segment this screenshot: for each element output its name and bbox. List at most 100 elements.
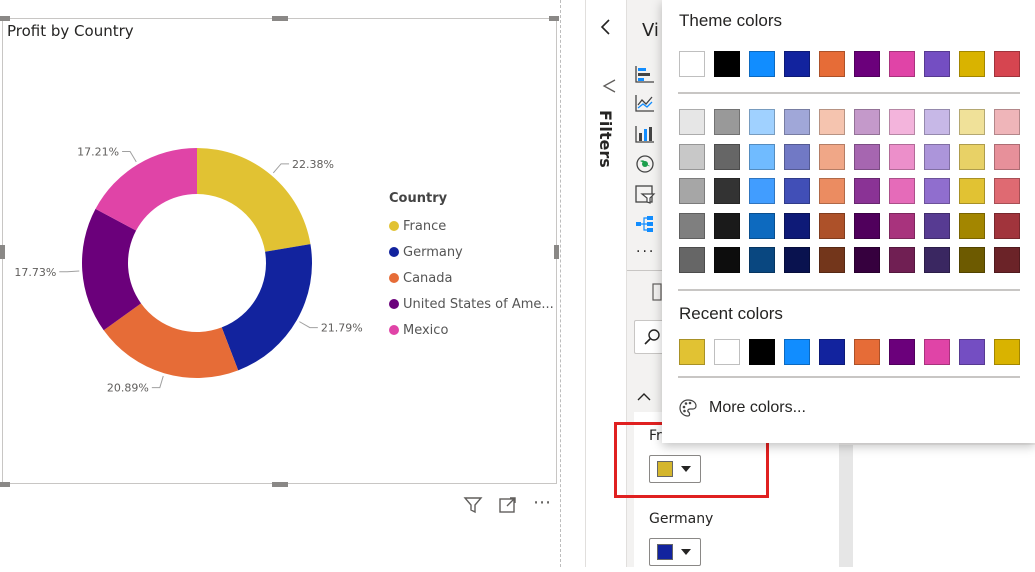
shade-color-swatch[interactable] bbox=[679, 109, 705, 135]
shade-color-swatch[interactable] bbox=[819, 247, 845, 273]
theme-color-swatch[interactable] bbox=[854, 51, 880, 77]
shade-color-swatch[interactable] bbox=[749, 143, 775, 170]
shade-color-swatch[interactable] bbox=[924, 247, 950, 273]
more-visuals-icon[interactable]: ... bbox=[636, 240, 655, 256]
shade-color-swatch[interactable] bbox=[994, 109, 1020, 135]
data-label-leader bbox=[122, 151, 137, 163]
shade-color-swatch[interactable] bbox=[784, 247, 810, 273]
theme-color-swatch[interactable] bbox=[959, 51, 985, 77]
shade-color-swatch[interactable] bbox=[784, 143, 810, 170]
theme-color-swatch[interactable] bbox=[819, 51, 845, 77]
shade-color-swatch[interactable] bbox=[994, 247, 1020, 273]
decomposition-tree-icon[interactable] bbox=[634, 214, 656, 238]
shade-color-swatch[interactable] bbox=[854, 143, 880, 170]
ribbon-chart-icon[interactable] bbox=[634, 124, 656, 148]
shade-color-swatch[interactable] bbox=[889, 109, 915, 135]
donut-slice[interactable] bbox=[221, 244, 312, 371]
shade-color-swatch[interactable] bbox=[749, 247, 775, 273]
legend-marker bbox=[389, 247, 399, 257]
legend-item[interactable]: Canada bbox=[389, 265, 554, 291]
germany-color-dropdown[interactable] bbox=[649, 538, 701, 566]
recent-color-swatch[interactable] bbox=[994, 339, 1020, 365]
shade-color-swatch[interactable] bbox=[749, 212, 775, 239]
collapse-chevron-icon[interactable] bbox=[599, 18, 613, 40]
theme-color-swatch[interactable] bbox=[994, 51, 1020, 77]
legend-label: France bbox=[403, 218, 447, 234]
theme-color-swatch[interactable] bbox=[924, 51, 950, 77]
shade-color-swatch[interactable] bbox=[714, 212, 740, 239]
legend-item[interactable]: Mexico bbox=[389, 317, 554, 343]
filter-icon[interactable] bbox=[463, 495, 483, 519]
recent-color-swatch[interactable] bbox=[749, 339, 775, 365]
shade-color-swatch[interactable] bbox=[959, 109, 985, 135]
shade-color-swatch[interactable] bbox=[854, 247, 880, 273]
shade-color-swatch[interactable] bbox=[749, 178, 775, 204]
shade-color-swatch[interactable] bbox=[924, 109, 950, 135]
shade-color-swatch[interactable] bbox=[819, 178, 845, 204]
shade-color-swatch[interactable] bbox=[784, 212, 810, 239]
shade-color-swatch[interactable] bbox=[819, 212, 845, 239]
shade-color-swatch[interactable] bbox=[889, 178, 915, 204]
recent-color-swatch[interactable] bbox=[889, 339, 915, 365]
shade-color-swatch[interactable] bbox=[679, 143, 705, 170]
shade-color-swatch[interactable] bbox=[959, 143, 985, 170]
legend-item[interactable]: Germany bbox=[389, 239, 554, 265]
shade-color-swatch[interactable] bbox=[959, 212, 985, 239]
shade-color-swatch[interactable] bbox=[959, 178, 985, 204]
shade-color-swatch[interactable] bbox=[994, 212, 1020, 239]
recent-color-swatch[interactable] bbox=[679, 339, 705, 365]
theme-color-swatch[interactable] bbox=[889, 51, 915, 77]
shade-color-swatch[interactable] bbox=[819, 109, 845, 135]
paint-roller-icon[interactable] bbox=[652, 282, 662, 306]
shade-color-swatch[interactable] bbox=[749, 109, 775, 135]
theme-color-swatch[interactable] bbox=[784, 51, 810, 77]
data-label: 17.73% bbox=[14, 266, 56, 279]
shade-color-swatch[interactable] bbox=[819, 143, 845, 170]
focus-mode-icon[interactable] bbox=[498, 495, 518, 519]
search-box[interactable] bbox=[634, 320, 662, 354]
shade-color-swatch[interactable] bbox=[854, 109, 880, 135]
line-chart-icon[interactable] bbox=[634, 93, 656, 117]
shade-color-swatch[interactable] bbox=[784, 178, 810, 204]
shade-color-swatch[interactable] bbox=[854, 212, 880, 239]
recent-color-swatch[interactable] bbox=[924, 339, 950, 365]
shade-color-swatch[interactable] bbox=[994, 143, 1020, 170]
legend-item[interactable]: France bbox=[389, 213, 554, 239]
shade-color-swatch[interactable] bbox=[714, 143, 740, 170]
recent-color-swatch[interactable] bbox=[819, 339, 845, 365]
filters-label[interactable]: Filters bbox=[596, 110, 615, 168]
shade-color-swatch[interactable] bbox=[924, 212, 950, 239]
data-label: 22.38% bbox=[292, 158, 334, 171]
shade-color-swatch[interactable] bbox=[994, 178, 1020, 204]
shade-color-swatch[interactable] bbox=[679, 212, 705, 239]
slicer-icon[interactable] bbox=[634, 184, 656, 208]
data-label-leader bbox=[151, 375, 164, 389]
recent-color-swatch[interactable] bbox=[784, 339, 810, 365]
data-label-leader bbox=[299, 321, 318, 329]
shade-color-swatch[interactable] bbox=[889, 212, 915, 239]
shade-color-swatch[interactable] bbox=[889, 143, 915, 170]
shade-color-swatch[interactable] bbox=[924, 178, 950, 204]
shade-color-swatch[interactable] bbox=[714, 178, 740, 204]
shade-color-swatch[interactable] bbox=[924, 143, 950, 170]
more-options-icon[interactable]: ⋯ bbox=[533, 494, 551, 512]
shade-color-swatch[interactable] bbox=[714, 247, 740, 273]
theme-color-swatch[interactable] bbox=[679, 51, 705, 77]
recent-color-swatch[interactable] bbox=[714, 339, 740, 365]
shade-color-swatch[interactable] bbox=[679, 178, 705, 204]
recent-color-swatch[interactable] bbox=[959, 339, 985, 365]
stacked-bar-chart-icon[interactable] bbox=[634, 64, 656, 88]
expand-chevron-up-icon[interactable] bbox=[636, 388, 652, 407]
shade-color-swatch[interactable] bbox=[959, 247, 985, 273]
shade-color-swatch[interactable] bbox=[714, 109, 740, 135]
shade-color-swatch[interactable] bbox=[679, 247, 705, 273]
recent-color-swatch[interactable] bbox=[854, 339, 880, 365]
more-colors-button[interactable]: More colors... bbox=[678, 398, 806, 418]
theme-color-swatch[interactable] bbox=[714, 51, 740, 77]
map-globe-icon[interactable] bbox=[635, 154, 655, 178]
legend-item[interactable]: United States of Ame... bbox=[389, 291, 554, 317]
shade-color-swatch[interactable] bbox=[854, 178, 880, 204]
shade-color-swatch[interactable] bbox=[784, 109, 810, 135]
theme-color-swatch[interactable] bbox=[749, 51, 775, 77]
shade-color-swatch[interactable] bbox=[889, 247, 915, 273]
